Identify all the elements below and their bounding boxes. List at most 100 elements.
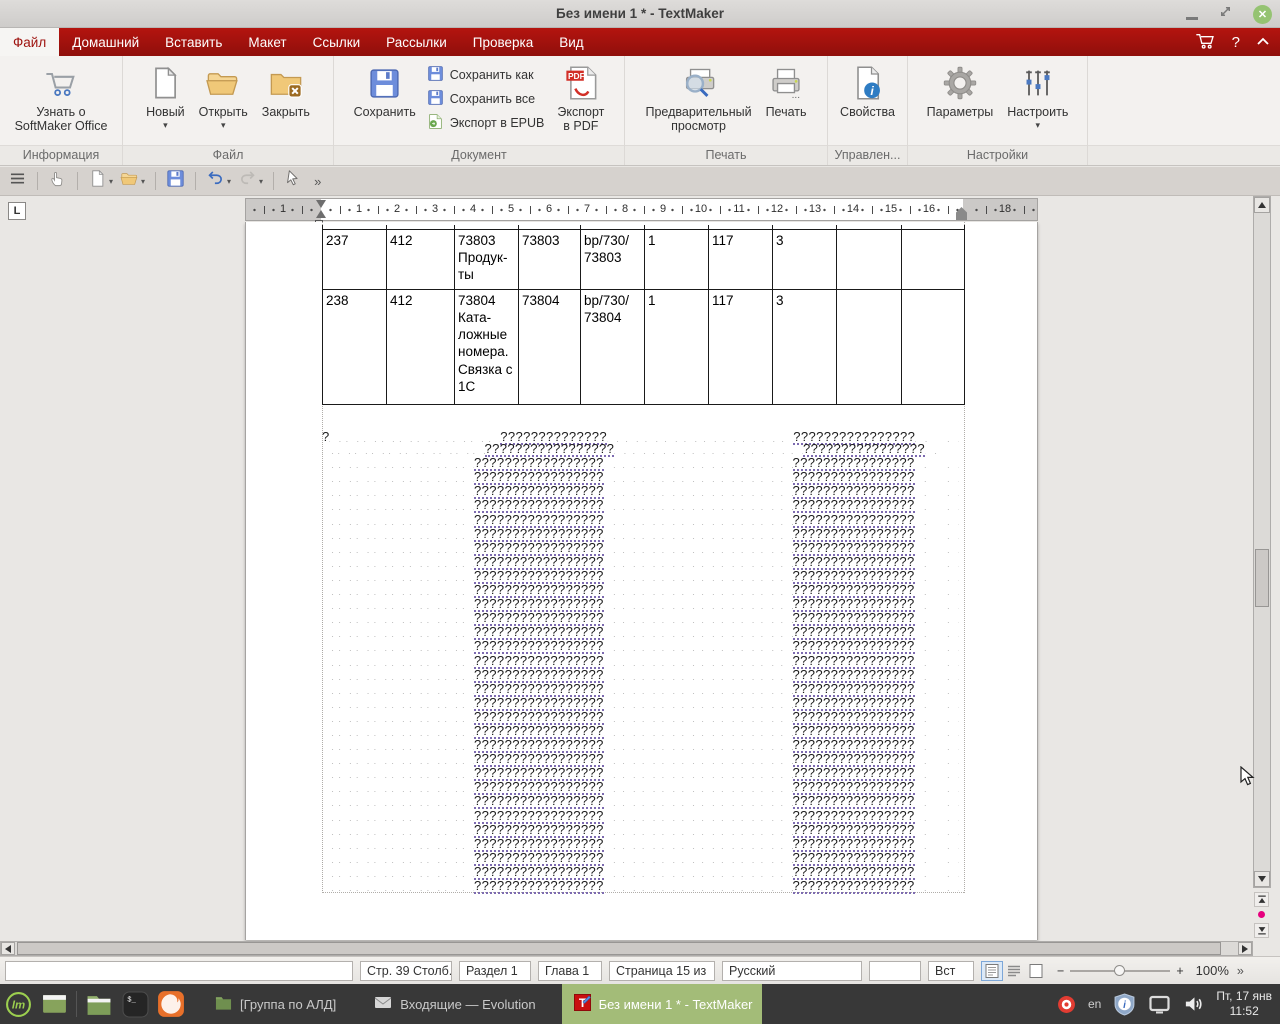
tab-Домашний[interactable]: Домашний <box>59 28 152 56</box>
taskbar-window-button[interactable]: TБез имени 1 * - TextMaker <box>562 984 762 1024</box>
browse-next-icon[interactable] <box>1254 923 1269 938</box>
ribbon-small-button[interactable]: Экспорт в EPUB <box>427 113 545 133</box>
document-page[interactable]: 23741273803 Продук- ты73803bp/730/ 73803… <box>245 222 1038 940</box>
tab-Проверка[interactable]: Проверка <box>460 28 546 56</box>
qat-floppy-button[interactable] <box>166 169 185 193</box>
view-draft-button[interactable] <box>1003 961 1025 981</box>
help-icon[interactable]: ? <box>1232 34 1240 51</box>
horizontal-scrollbar[interactable] <box>0 941 1253 956</box>
view-page-button[interactable] <box>981 961 1003 981</box>
vertical-scroll-thumb[interactable] <box>1255 549 1269 607</box>
ribbon-button[interactable]: Сохранить <box>347 59 423 145</box>
zoom-slider[interactable] <box>1070 965 1170 977</box>
tab-stop-selector[interactable]: L <box>8 202 26 220</box>
table-cell[interactable]: bp/730/ 73804 <box>581 289 645 404</box>
ribbon-button[interactable]: Параметры <box>920 59 1001 145</box>
speaker-icon[interactable] <box>1183 994 1204 1014</box>
view-blank-button[interactable] <box>1025 961 1047 981</box>
maximize-icon[interactable] <box>1218 4 1233 24</box>
qat-hand-button[interactable] <box>48 169 67 193</box>
table-cell[interactable]: 73803 <box>519 229 581 289</box>
scroll-down-icon[interactable] <box>1254 871 1270 887</box>
qat-new-doc-button[interactable]: ▾ <box>88 169 113 193</box>
status-cell-5[interactable]: Русский <box>722 961 862 981</box>
horizontal-scroll-thumb[interactable] <box>17 942 1221 955</box>
cart-icon[interactable] <box>1194 30 1216 55</box>
keyboard-layout-indicator[interactable]: en <box>1088 997 1101 1011</box>
document-text[interactable]: ?‿‿‿‿‿‿‿‿‿‿??????????????‿‿‿‿‿‿‿‿‿‿?????… <box>322 429 959 894</box>
table-cell[interactable]: 117 <box>709 229 773 289</box>
document-table[interactable]: 23741273803 Продук- ты73803bp/730/ 73803… <box>322 225 965 405</box>
qat-pointer-button[interactable] <box>284 169 303 193</box>
qat-folder-open-button[interactable]: ▾ <box>120 169 145 193</box>
table-cell[interactable]: 1 <box>645 289 709 404</box>
status-cell-7[interactable]: Вст <box>928 961 974 981</box>
ribbon-small-button[interactable]: Сохранить как <box>427 65 545 85</box>
zoom-slider-handle[interactable] <box>1114 965 1125 976</box>
table-cell[interactable]: 412 <box>387 289 455 404</box>
ribbon-button[interactable]: Открыть▾ <box>192 59 255 145</box>
qat-redo-button[interactable]: ▾ <box>238 169 263 193</box>
vertical-scroll-track[interactable] <box>1253 196 1271 888</box>
zoom-in-button[interactable]: + <box>1176 964 1183 978</box>
ribbon-button[interactable]: Настроить▾ <box>1000 59 1075 145</box>
tab-Файл[interactable]: Файл <box>0 28 59 56</box>
table-cell[interactable]: 73804 <box>519 289 581 404</box>
status-cell-4[interactable]: Страница 15 из <box>609 961 715 981</box>
taskbar-window-button[interactable]: Входящие — Evolution <box>362 984 547 1024</box>
clock[interactable]: Пт, 17 янв11:52 <box>1216 989 1272 1019</box>
table-cell[interactable] <box>837 289 902 404</box>
first-line-indent-marker[interactable] <box>316 200 326 208</box>
status-cell-1[interactable]: Стр. 39 Столб. <box>360 961 452 981</box>
collapse-ribbon-icon[interactable] <box>1256 33 1270 51</box>
tab-Вид[interactable]: Вид <box>546 28 596 56</box>
table-cell[interactable]: 73803 Продук- ты <box>455 229 519 289</box>
status-overflow-icon[interactable]: » <box>1237 964 1244 978</box>
ribbon-button[interactable]: Предварительный просмотр <box>638 59 758 145</box>
scroll-up-icon[interactable] <box>1254 197 1270 213</box>
browse-previous-icon[interactable] <box>1254 892 1269 907</box>
launcher-firefox-icon[interactable] <box>153 987 189 1021</box>
qat-hamburger-button[interactable] <box>8 169 27 193</box>
qat-undo-button[interactable]: ▾ <box>206 169 231 193</box>
ribbon-button[interactable]: Узнать о SoftMaker Office <box>8 59 115 145</box>
table-cell[interactable]: 73804 Ката- ложные номера. Связка с 1С <box>455 289 519 404</box>
taskbar-window-button[interactable]: [Группа по АЛД] <box>203 984 348 1024</box>
table-cell[interactable]: 238 <box>323 289 387 404</box>
close-icon[interactable]: ✕ <box>1253 5 1272 24</box>
monitor-icon[interactable] <box>1148 993 1171 1015</box>
ribbon-button[interactable]: PDFЭкспорт в PDF <box>550 59 611 145</box>
tab-Макет[interactable]: Макет <box>235 28 299 56</box>
minimize-icon[interactable] <box>1186 17 1198 20</box>
launcher-file-manager-icon[interactable] <box>81 987 117 1021</box>
table-cell[interactable] <box>902 289 965 404</box>
zoom-out-button[interactable]: − <box>1057 964 1064 978</box>
launcher-terminal-icon[interactable]: $_ <box>117 987 153 1021</box>
table-cell[interactable] <box>837 229 902 289</box>
launcher-mint-menu-icon[interactable]: lm <box>0 987 36 1021</box>
status-cell-2[interactable]: Раздел 1 <box>459 961 531 981</box>
scroll-left-icon[interactable] <box>1 942 15 955</box>
status-info-field[interactable] <box>5 961 353 981</box>
scroll-right-icon[interactable] <box>1238 942 1252 955</box>
ribbon-button[interactable]: Новый▾ <box>139 59 192 145</box>
ribbon-button[interactable]: iСвойства <box>833 59 902 145</box>
ribbon-small-button[interactable]: Сохранить все <box>427 89 545 109</box>
titlebar[interactable]: Без имени 1 * - TextMaker ✕ <box>0 0 1280 28</box>
tab-Ссылки[interactable]: Ссылки <box>300 28 374 56</box>
table-cell[interactable]: 3 <box>773 229 837 289</box>
left-indent-marker[interactable] <box>316 210 326 218</box>
tab-Вставить[interactable]: Вставить <box>152 28 235 56</box>
status-cell-6[interactable] <box>869 961 921 981</box>
browse-object-icon[interactable] <box>1254 908 1269 921</box>
launcher-show-desktop-icon[interactable] <box>36 987 72 1021</box>
table-cell[interactable]: bp/730/ 73803 <box>581 229 645 289</box>
toolbar-overflow-icon[interactable]: » <box>314 174 321 189</box>
table-cell[interactable]: 412 <box>387 229 455 289</box>
ribbon-button[interactable]: Закрыть <box>255 59 317 145</box>
table-cell[interactable]: 1 <box>645 229 709 289</box>
ribbon-button[interactable]: ...Печать <box>759 59 814 145</box>
status-cell-3[interactable]: Глава 1 <box>538 961 602 981</box>
table-cell[interactable]: 237 <box>323 229 387 289</box>
shield-info-icon[interactable]: i <box>1113 993 1136 1016</box>
